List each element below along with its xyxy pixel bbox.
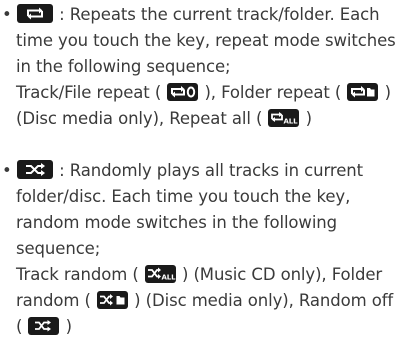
bullet: •: [2, 5, 12, 24]
repeat-line-3: in the following sequence;: [16, 57, 231, 76]
repeat-all-label: ALL: [284, 117, 299, 125]
random-line-4: sequence;: [16, 239, 101, 258]
random-line-6: random ( ) (Disc media only), Random off: [0, 288, 410, 314]
repeat-line-2: time you touch the key, repeat mode swit…: [16, 31, 396, 50]
shuffle-icon: [17, 160, 53, 179]
bullet: •: [2, 161, 12, 180]
repeat-all-icon: ALL: [268, 108, 300, 127]
repeat-line-4-b: ), Folder repeat (: [199, 83, 347, 102]
repeat-line-5: (Disc media only), Repeat all ( ALL ): [0, 106, 410, 132]
repeat-line-1-text: : Repeats the current track/folder. Each: [54, 5, 380, 24]
random-line-7-b: ): [60, 317, 72, 336]
manual-page: • : Repeats the current track/folder. Ea…: [0, 0, 412, 336]
random-line-5-a: Track random (: [16, 265, 144, 284]
repeat-line-4-c: ): [379, 83, 391, 102]
random-line-1-text: : Randomly plays all tracks in current: [54, 161, 363, 180]
shuffle-folder-icon: [97, 290, 129, 309]
shuffle-all-label: ALL: [161, 273, 176, 281]
random-line-6-a: random (: [16, 291, 97, 310]
repeat-line-5-b: ): [300, 109, 312, 128]
random-line-6-b: ) (Disc media only), Random off: [129, 291, 394, 310]
random-line-2: folder/disc. Each time you touch the key…: [16, 187, 351, 206]
shuffle-all-icon: ALL: [144, 264, 176, 283]
repeat-key-description: • : Repeats the current track/folder. Ea…: [0, 2, 410, 132]
repeat-one-icon: [167, 82, 199, 101]
random-line-5-b: ) (Music CD only), Folder: [176, 265, 383, 284]
random-line-5: Track random ( ALL ) (Music CD only), Fo…: [0, 262, 410, 288]
shuffle-off-icon: [28, 316, 60, 335]
repeat-line-4: Track/File repeat ( ), Folder repeat (): [0, 80, 410, 106]
repeat-icon: [17, 4, 53, 23]
random-line-7-a: (: [16, 317, 28, 336]
repeat-line-1: : Repeats the current track/folder. Each: [0, 2, 410, 28]
random-line-1: : Randomly plays all tracks in current: [0, 158, 410, 184]
random-line-3: random mode switches in the following: [16, 213, 338, 232]
repeat-folder-icon: [347, 82, 379, 101]
repeat-line-4-a: Track/File repeat (: [16, 83, 167, 102]
repeat-line-5-a: (Disc media only), Repeat all (: [16, 109, 268, 128]
random-key-description: • : Randomly plays all tracks in current…: [0, 158, 410, 340]
random-line-7: ( ): [0, 314, 410, 340]
